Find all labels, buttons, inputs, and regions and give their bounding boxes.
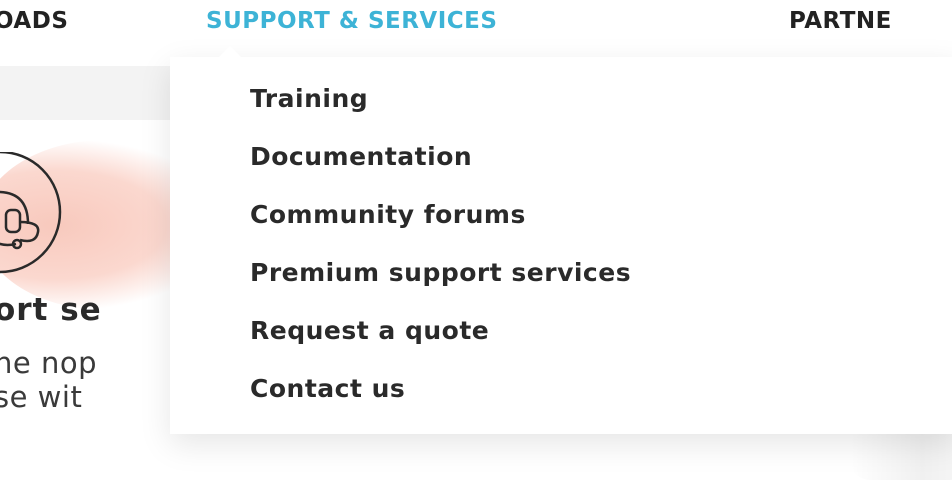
menu-item-documentation[interactable]: Documentation	[250, 142, 472, 171]
menu-item-premium-support[interactable]: Premium support services	[250, 258, 631, 287]
nav-item-downloads[interactable]: OADS	[0, 8, 68, 34]
headset-support-icon	[0, 152, 62, 274]
menu-item-request-quote[interactable]: Request a quote	[250, 316, 489, 345]
menu-item-community-forums[interactable]: Community forums	[250, 200, 526, 229]
card-text-line: ne nop	[0, 346, 97, 380]
card-text-line: se wit	[0, 380, 83, 414]
card-title: ort se	[0, 292, 102, 328]
support-services-dropdown: Training Documentation Community forums …	[170, 57, 952, 434]
menu-item-training[interactable]: Training	[250, 84, 368, 113]
menu-item-contact-us[interactable]: Contact us	[250, 374, 405, 403]
nav-item-support-services[interactable]: SUPPORT & SERVICES	[206, 8, 497, 34]
top-navigation: OADS SUPPORT & SERVICES PARTNE	[0, 0, 952, 48]
nav-item-partners[interactable]: PARTNE	[789, 8, 892, 34]
dropdown-caret	[218, 46, 242, 58]
